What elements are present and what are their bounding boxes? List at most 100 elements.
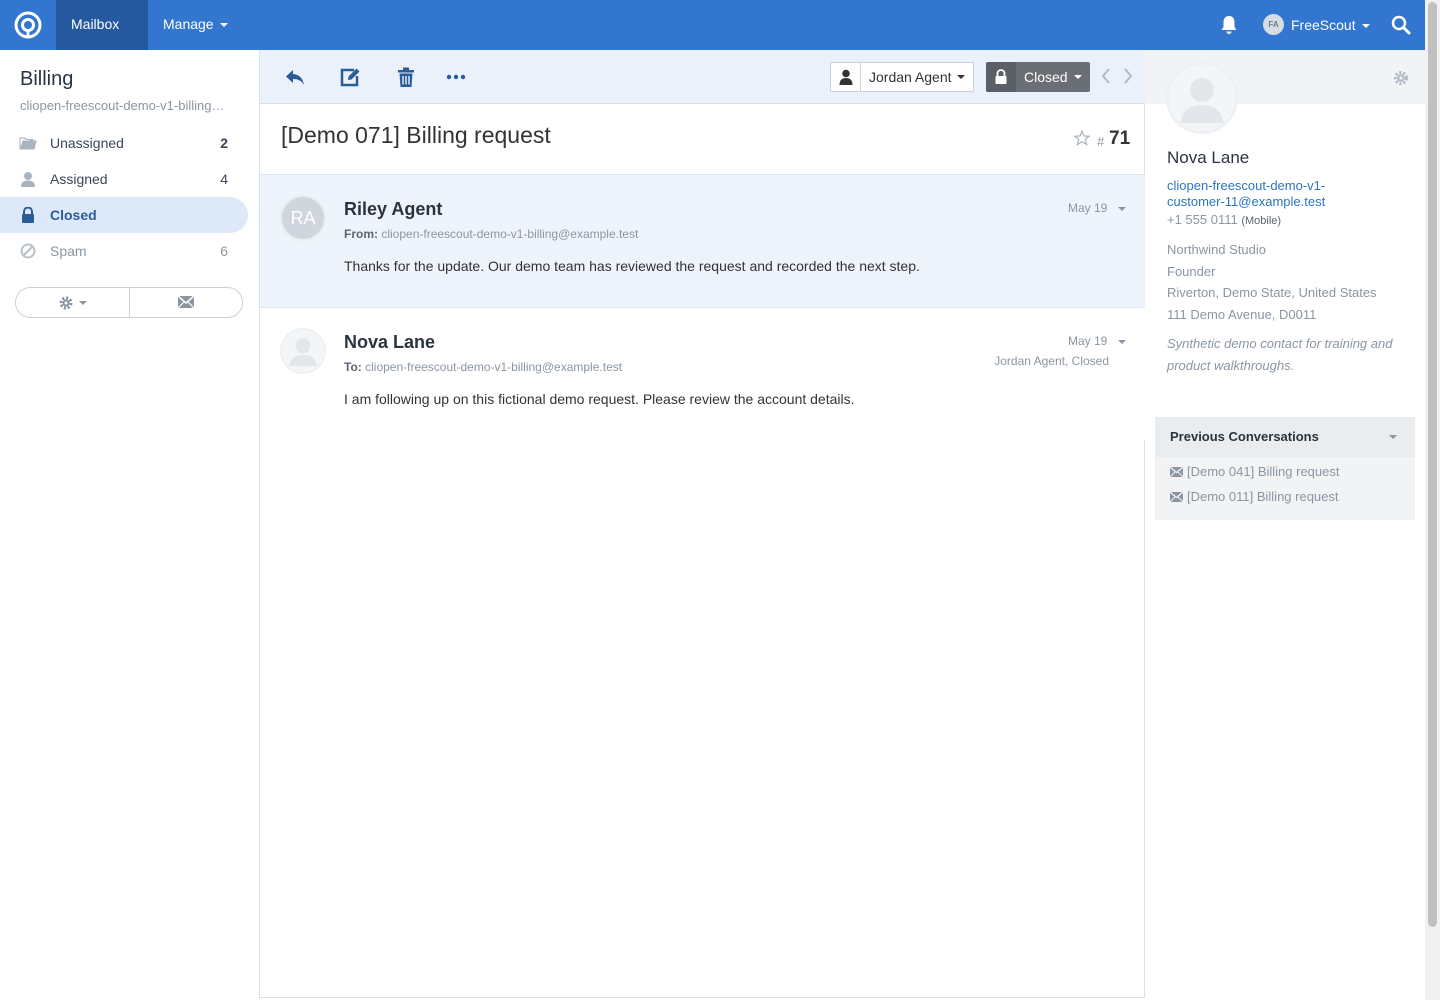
folder-label: Assigned [50,171,108,187]
user-avatar[interactable]: FA [1263,14,1284,35]
thread-body: I am following up on this fictional demo… [344,391,855,407]
customer-job-title: Founder [1167,264,1216,279]
nav-mailbox-dropdown[interactable]: Mailbox [56,0,148,77]
mailbox-email: cliopen-freescout-demo-v1-billing@exampl… [20,98,230,113]
mailbox-sidebar: Billing cliopen-freescout-demo-v1-billin… [0,50,258,1000]
nav-mailbox-label: Mailbox [71,16,120,32]
folder-label: Closed [50,207,97,223]
envelope-icon [1170,492,1183,502]
page-scrollbar-thumb[interactable] [1428,2,1437,927]
conversation-panel: Jordan Agent Closed [Demo 071] Billing r… [259,50,1145,998]
mailbox-settings-button[interactable] [16,288,129,317]
thread-menu-caret-icon[interactable] [1118,207,1126,211]
chevron-down-icon [1074,75,1082,79]
status-label: Closed [1024,69,1068,85]
folder-count: 2 [220,135,228,151]
chevron-right-icon[interactable] [1122,67,1134,85]
folder-assigned[interactable]: Assigned 4 [0,161,248,197]
folder-count: 4 [220,171,228,187]
customer-name: Nova Lane [1167,148,1250,167]
previous-conversations-header[interactable]: Previous Conversations [1155,417,1415,457]
thread-date: May 19 [1068,201,1108,215]
customer-address: 111 Demo Avenue, D0011 [1167,307,1317,322]
reply-icon[interactable] [284,66,306,88]
conversation-toolbar: Jordan Agent Closed [260,50,1145,104]
previous-conversation-label: [Demo 041] Billing request [1187,464,1340,479]
customer-sidebar: Nova Lane cliopen-freescout-demo-v1-cust… [1145,50,1425,1000]
chevron-down-icon [79,301,87,305]
previous-conversation-link[interactable]: [Demo 011] Billing request [1170,489,1339,504]
assignee-label: Jordan Agent [869,69,952,85]
edit-note-icon[interactable] [339,66,361,88]
previous-conversation-link[interactable]: [Demo 041] Billing request [1170,464,1339,479]
chevron-down-icon [1389,435,1397,439]
assignee-icon-box [831,63,861,91]
chevron-down-icon [1361,24,1370,29]
folder-count: 6 [220,243,228,259]
avatar [280,328,326,374]
envelope-icon [1170,467,1183,477]
previous-conversations-panel: Previous Conversations [Demo 041] Billin… [1155,417,1415,520]
user-name-label: FreeScout [1291,17,1356,33]
thread-item: RA Riley Agent From: cliopen-freescout-d… [260,174,1145,308]
avatar: RA [280,195,326,241]
lock-icon [995,69,1007,84]
status-icon-box [986,62,1016,92]
chevron-down-icon [957,75,965,79]
search-icon[interactable] [1391,15,1411,35]
thread-item: Nova Lane To: cliopen-freescout-demo-v1-… [260,307,1145,440]
mailbox-actions-group [15,287,243,318]
thread-author: Nova Lane [344,332,436,352]
assignee-dropdown[interactable]: Jordan Agent [830,62,974,92]
new-conversation-button[interactable] [130,288,242,317]
thread-date: May 19 [1068,334,1108,348]
conversation-title: [Demo 071] Billing request [281,122,551,148]
thread-meta: From: cliopen-freescout-demo-v1-billing@… [344,227,638,241]
more-options-icon[interactable] [445,66,467,88]
freescout-logo-icon[interactable] [14,11,42,39]
conversation-hash: # [1097,134,1105,149]
thread-meta-value: cliopen-freescout-demo-v1-billing@exampl… [381,227,639,241]
chevron-down-icon [219,23,228,28]
previous-conversation-label: [Demo 011] Billing request [1187,489,1339,504]
trash-icon[interactable] [395,66,417,88]
user-icon [21,172,35,187]
thread-author: Riley Agent [344,199,443,219]
envelope-icon [178,296,194,308]
default-avatar-icon [1169,65,1235,131]
lock-icon [22,207,34,223]
thread-menu-caret-icon[interactable] [1118,340,1126,344]
gear-icon [59,296,73,310]
customer-phone-number: +1 555 0111 [1167,212,1238,227]
top-navbar: Mailbox Manage FA FreeScout [0,0,1425,77]
default-avatar-icon [282,330,324,372]
previous-conversations-title: Previous Conversations [1170,429,1319,444]
customer-email-link[interactable]: cliopen-freescout-demo-v1-customer-11@ex… [1167,178,1367,210]
thread-meta-label: From: [344,227,378,241]
chevron-left-icon[interactable] [1100,67,1112,85]
folder-open-icon [19,137,37,150]
status-dropdown[interactable]: Closed [986,62,1090,92]
gear-icon[interactable] [1393,70,1409,86]
customer-avatar[interactable] [1166,62,1238,134]
folder-closed[interactable]: Closed [0,197,248,233]
thread-status: Jordan Agent, Closed [994,354,1109,368]
folder-unassigned[interactable]: Unassigned 2 [0,125,248,161]
nav-manage-dropdown[interactable]: Manage [148,0,243,50]
customer-notes: Synthetic demo contact for training and … [1167,336,1393,373]
customer-location: Riverton, Demo State, United States [1167,285,1377,300]
thread-body: Thanks for the update. Our demo team has… [344,258,920,274]
folder-label: Unassigned [50,135,124,151]
customer-company: Northwind Studio [1167,242,1266,257]
nav-manage-label: Manage [163,16,214,32]
mailbox-title: Billing [20,68,74,90]
star-icon[interactable] [1074,130,1090,146]
thread-meta-value: cliopen-freescout-demo-v1-billing@exampl… [365,360,623,374]
folder-label: Spam [50,243,87,259]
conversation-number: 71 [1109,128,1131,149]
user-menu-dropdown[interactable]: FreeScout [1291,0,1370,50]
user-icon [839,69,853,85]
folder-spam[interactable]: Spam 6 [0,233,248,269]
bell-icon[interactable] [1220,15,1238,35]
customer-phone-type: (Mobile) [1241,215,1282,227]
